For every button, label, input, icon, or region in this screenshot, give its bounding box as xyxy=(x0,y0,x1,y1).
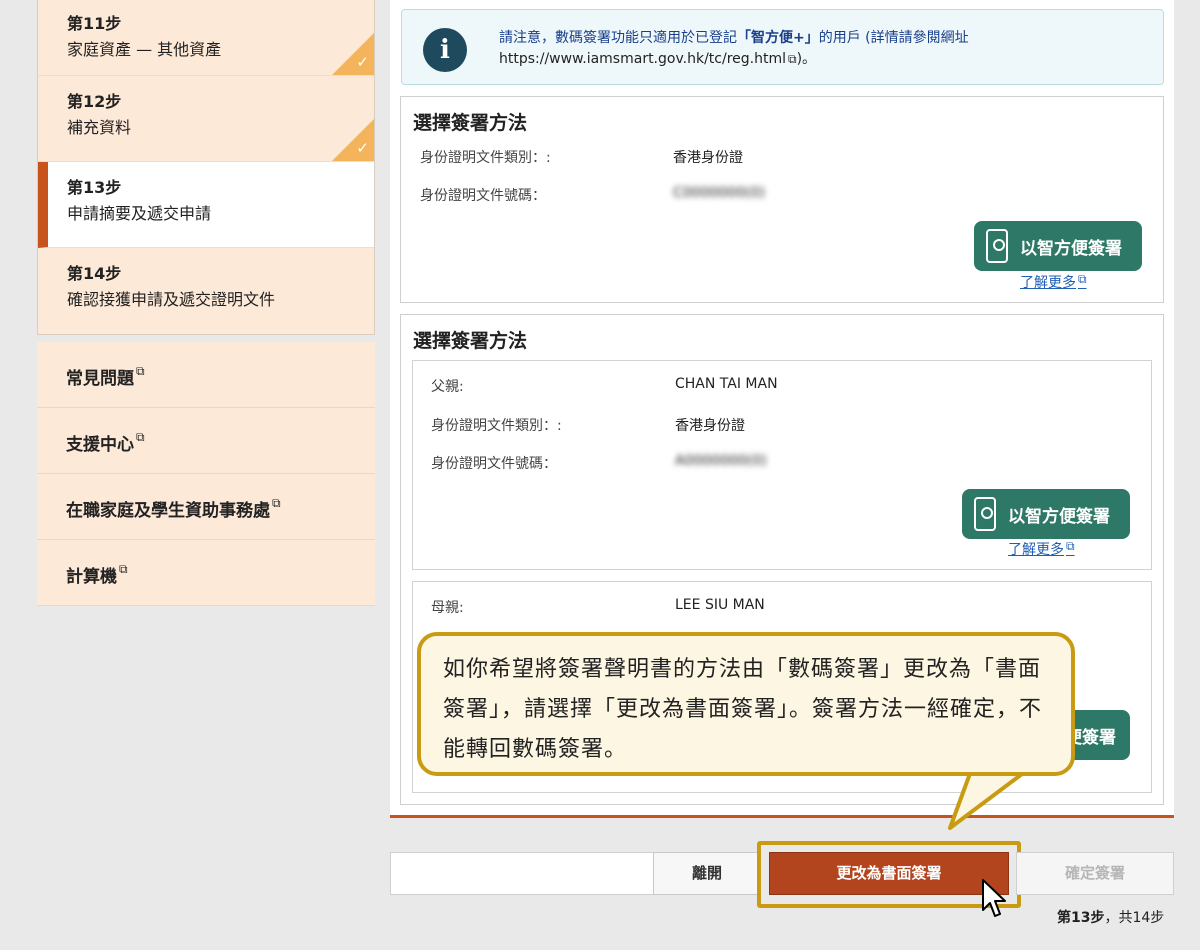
mouse-pointer-icon xyxy=(982,879,1006,917)
help-links: 常見問題 ⧉ 支援中心 ⧉ 在職家庭及學生資助事務處 ⧉ 計算機 ⧉ xyxy=(37,342,375,606)
faq-link[interactable]: 常見問題 ⧉ xyxy=(37,342,375,408)
section-title: 選擇簽署方法 xyxy=(413,112,528,134)
callout-tail xyxy=(948,768,1036,830)
wfsfaa-link[interactable]: 在職家庭及學生資助事務處 ⧉ xyxy=(37,474,375,540)
step-sidebar: 第11步 家庭資產 — 其他資產 ✓ 第12步 補充資料 ✓ 第13步 申請摘要… xyxy=(37,0,375,606)
change-to-paper-signature-button[interactable]: 更改為書面簽署 xyxy=(769,852,1009,895)
checkmark-icon: ✓ xyxy=(356,139,369,157)
callout-text: 如你希望將簽署聲明書的方法由「數碼簽署」更改為「書面簽署」，請選擇「更改為書面簽… xyxy=(443,657,1043,762)
iamsmart-phone-icon xyxy=(986,229,1008,263)
iamsmart-phone-icon xyxy=(974,497,996,531)
iamsmart-highlight: 「智方便+」 xyxy=(737,30,819,46)
iamsmart-notice: i 請注意，數碼簽署功能只適用於已登記「智方便+」的用戶 (詳情請參閱網址 ht… xyxy=(401,9,1164,85)
step-list: 第11步 家庭資產 — 其他資產 ✓ 第12步 補充資料 ✓ 第13步 申請摘要… xyxy=(37,0,375,335)
step-counter: 第13步，共14步 xyxy=(1057,910,1165,926)
father-box: 父親: CHAN TAI MAN 身份證明文件類別：: 香港身份證 身份證明文件… xyxy=(412,360,1152,570)
step-description: 申請摘要及遞交申請 xyxy=(67,204,212,223)
step-number: 第11步 xyxy=(67,14,122,33)
support-centre-link[interactable]: 支援中心 ⧉ xyxy=(37,408,375,474)
external-link-icon: ⧉ xyxy=(136,364,145,378)
external-link-icon: ⧉ xyxy=(136,430,145,444)
section-title: 選擇簽署方法 xyxy=(413,330,528,352)
checkmark-icon: ✓ xyxy=(356,53,369,71)
step-item-14[interactable]: 第14步 確認接獲申請及遞交證明文件 xyxy=(38,248,374,334)
notice-url[interactable]: https://www.iamsmart.gov.hk/tc/reg.html xyxy=(499,51,786,67)
signing-method-applicant: 選擇簽署方法 身份證明文件類別：: 香港身份證 身份證明文件號碼： C00000… xyxy=(400,96,1164,303)
confirm-signature-button[interactable]: 確定簽署 xyxy=(1016,852,1174,895)
external-link-icon: ⧉ xyxy=(272,496,281,510)
step-number: 第14步 xyxy=(67,264,122,283)
action-bar-spacer xyxy=(390,852,654,895)
step-description: 補充資料 xyxy=(67,118,132,137)
external-link-icon: ⧉ xyxy=(788,52,797,66)
step-item-13[interactable]: 第13步 申請摘要及遞交申請 xyxy=(38,162,374,248)
calculator-link[interactable]: 計算機 ⧉ xyxy=(37,540,375,606)
external-link-icon: ⧉ xyxy=(1078,272,1087,286)
external-link-icon: ⧉ xyxy=(119,562,128,576)
step-number: 第13步 xyxy=(67,178,122,197)
notice-text: 請注意，數碼簽署功能只適用於已登記「智方便+」的用戶 (詳情請參閱網址 http… xyxy=(499,30,969,67)
father-sign-with-iamsmart-button[interactable]: 以智方便簽署 xyxy=(962,489,1130,539)
external-link-icon: ⧉ xyxy=(1066,539,1075,553)
sign-with-iamsmart-button[interactable]: 以智方便簽署 xyxy=(974,221,1142,271)
step-description: 家庭資產 — 其他資產 xyxy=(67,40,222,59)
info-icon: i xyxy=(423,28,467,72)
step-item-12[interactable]: 第12步 補充資料 ✓ xyxy=(38,76,374,162)
step-item-11[interactable]: 第11步 家庭資產 — 其他資產 ✓ xyxy=(38,0,374,76)
learn-more-link[interactable]: 了解更多 ⧉ xyxy=(1008,539,1075,559)
step-number: 第12步 xyxy=(67,92,122,111)
instruction-callout: 如你希望將簽署聲明書的方法由「數碼簽署」更改為「書面簽署」，請選擇「更改為書面簽… xyxy=(417,632,1075,776)
learn-more-link[interactable]: 了解更多 ⧉ xyxy=(1020,272,1087,292)
step-description: 確認接獲申請及遞交證明文件 xyxy=(67,290,276,309)
leave-button[interactable]: 離開 xyxy=(653,852,761,895)
